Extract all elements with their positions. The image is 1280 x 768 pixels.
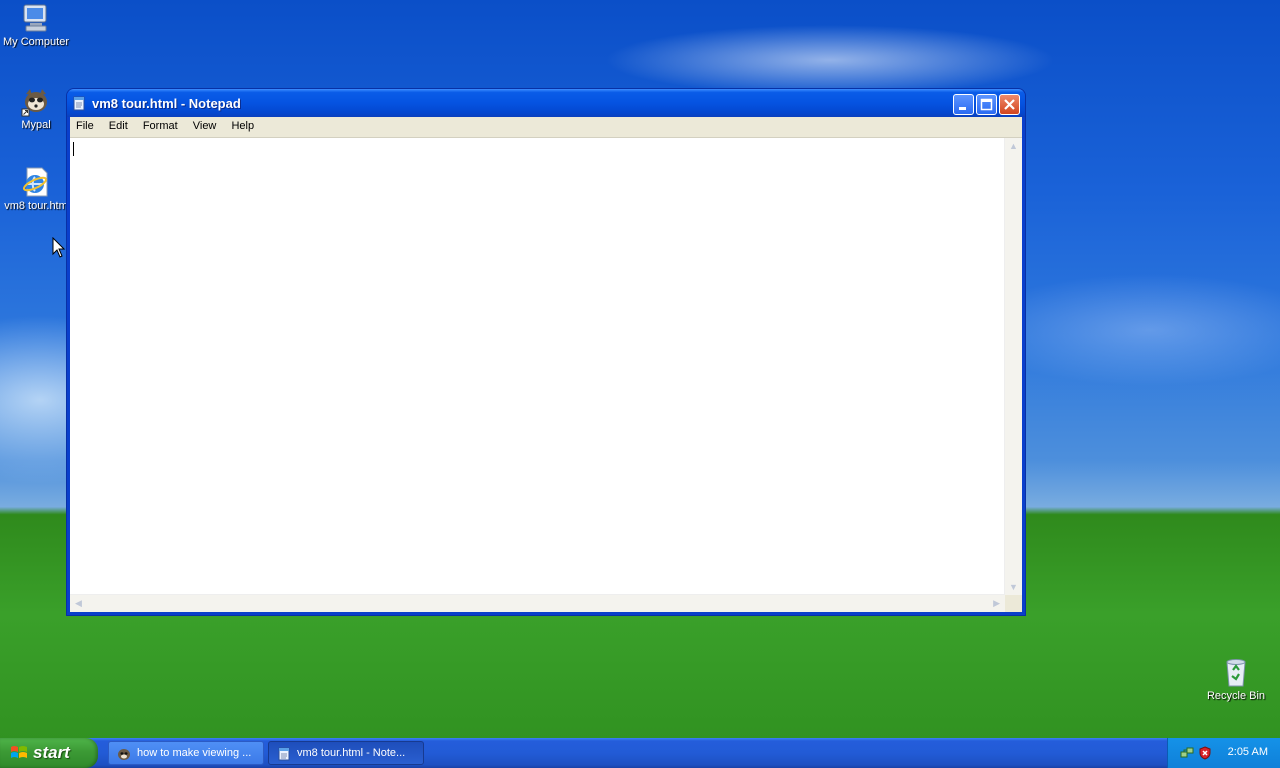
maximize-icon — [980, 98, 993, 111]
taskbar-button-label: vm8 tour.html - Note... — [297, 747, 406, 759]
desktop-icon-recycle-bin[interactable]: Recycle Bin — [1200, 656, 1272, 702]
size-grip[interactable] — [1005, 595, 1022, 612]
notepad-icon — [278, 747, 290, 761]
text-caret — [73, 142, 74, 156]
desktop-icon-label: vm8 tour.htm — [4, 200, 68, 212]
minimize-icon — [959, 107, 966, 110]
scroll-up-icon[interactable]: ▲ — [1009, 141, 1018, 151]
clock[interactable]: 2:05 AM — [1228, 746, 1268, 758]
start-button[interactable]: start — [0, 738, 98, 768]
start-label: start — [33, 743, 70, 762]
desktop-icon-label: My Computer — [2, 36, 70, 48]
taskbar-button-mypal[interactable]: how to make viewing ... — [108, 741, 264, 765]
desktop-icon-label: Recycle Bin — [1206, 690, 1266, 702]
scroll-right-icon[interactable]: ▶ — [993, 598, 1000, 609]
desktop-icon-mypal[interactable]: Mypal — [0, 85, 72, 131]
scroll-left-icon[interactable]: ◀ — [75, 598, 82, 609]
menu-help[interactable]: Help — [225, 117, 260, 132]
menu-format[interactable]: Format — [137, 117, 184, 132]
vertical-scrollbar[interactable]: ▲ ▼ — [1004, 138, 1022, 595]
menu-bar: File Edit Format View Help — [70, 117, 1022, 137]
window-title: vm8 tour.html - Notepad — [92, 96, 241, 111]
window-client: File Edit Format View Help ▲ ▼ ◀ ▶ — [70, 117, 1022, 612]
mypal-icon — [118, 749, 130, 760]
taskbar-button-label: how to make viewing ... — [137, 747, 252, 759]
network-icon[interactable] — [1180, 746, 1194, 760]
mouse-cursor-icon — [52, 237, 66, 258]
close-button[interactable] — [999, 94, 1020, 115]
close-icon — [1004, 99, 1015, 110]
menu-view[interactable]: View — [187, 117, 223, 132]
desktop-icon-label: Mypal — [21, 119, 51, 131]
taskbar: start how to make viewing ... vm8 tour.h… — [0, 738, 1280, 768]
scroll-down-icon[interactable]: ▼ — [1009, 582, 1018, 592]
horizontal-scrollbar[interactable]: ◀ ▶ — [70, 594, 1005, 612]
notepad-window: vm8 tour.html - Notepad File Edit Format… — [67, 89, 1025, 615]
my-computer-icon — [23, 4, 47, 32]
desktop-icon-vm8-tour[interactable]: vm8 tour.htm — [0, 166, 72, 212]
notepad-icon — [73, 96, 85, 111]
recycle-bin-icon — [1226, 659, 1246, 687]
desktop-icon-my-computer[interactable]: My Computer — [0, 2, 72, 48]
taskbar-button-notepad[interactable]: vm8 tour.html - Note... — [268, 741, 424, 765]
minimize-button[interactable] — [953, 94, 974, 115]
internet-explorer-icon — [22, 167, 48, 197]
system-tray: 2:05 AM — [1167, 738, 1280, 768]
menu-file[interactable]: File — [70, 117, 100, 132]
text-edit-area[interactable]: ▲ ▼ ◀ ▶ — [70, 137, 1022, 612]
window-titlebar[interactable]: vm8 tour.html - Notepad — [67, 89, 1025, 117]
menu-edit[interactable]: Edit — [103, 117, 134, 132]
windows-logo-icon — [11, 746, 27, 758]
security-alert-icon[interactable] — [1198, 746, 1212, 760]
mypal-icon — [21, 89, 47, 117]
maximize-button[interactable] — [976, 94, 997, 115]
